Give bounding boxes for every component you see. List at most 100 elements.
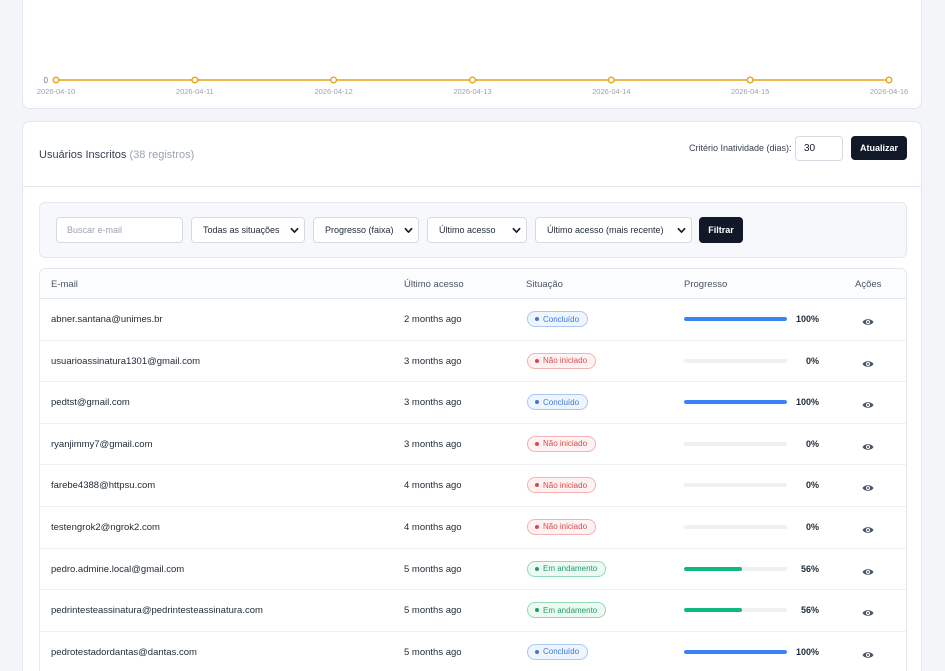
progress-percent: 0% [805, 355, 819, 366]
status-badge-label: Não iniciado [543, 522, 588, 532]
users-header: Usuários Inscritos (38 registros) Critér… [23, 122, 921, 187]
last-access-select-value: Último acesso [439, 225, 496, 235]
progress-percent: 100% [795, 397, 819, 408]
inactivity-criterion-input[interactable] [795, 136, 843, 161]
table-row: farebe4388@httpsu.com 4 months ago Não ini… [40, 465, 906, 507]
row-last-access: 5 months ago [404, 605, 462, 617]
x-tick-label: 2026-04-11 [176, 87, 214, 96]
progress-bar [684, 358, 787, 363]
row-email: pedrotestadordantas@dantas.com [51, 646, 197, 658]
data-point[interactable] [330, 76, 338, 84]
view-details-eye-icon[interactable] [862, 314, 874, 325]
row-last-access: 4 months ago [404, 521, 462, 533]
data-point[interactable] [469, 76, 477, 84]
status-badge: Não iniciado [527, 352, 597, 369]
row-email: pedro.admine.local@gmail.com [51, 563, 185, 575]
chevron-down-icon [404, 227, 413, 233]
data-point[interactable] [52, 76, 60, 84]
data-point[interactable] [746, 76, 754, 84]
progress-percent: 56% [800, 563, 819, 574]
row-last-access: 5 months ago [404, 563, 462, 575]
view-details-eye-icon[interactable] [862, 605, 874, 616]
status-badge-label: Em andamento [543, 605, 598, 615]
inactivity-criterion-label: Critério Inatividade (dias): [689, 143, 792, 153]
progress-bar [684, 400, 787, 405]
progress-percent: 0% [805, 480, 819, 491]
table-row: ryanjimmy7@gmail.com 3 months ago Não inic… [40, 424, 906, 466]
progress-percent: 56% [800, 605, 819, 616]
x-tick-label: 2026-04-10 [37, 87, 75, 96]
status-dot [535, 524, 539, 529]
status-badge: Não iniciado [527, 477, 597, 494]
users-card: Usuários Inscritos (38 registros) Critér… [22, 121, 922, 671]
header-status[interactable]: Situação [526, 279, 563, 290]
progress-bar-fill [684, 566, 742, 571]
y-tick-label: 0 [44, 76, 49, 85]
progress-percent: 100% [795, 646, 819, 657]
status-badge: Em andamento [527, 560, 607, 577]
view-details-eye-icon[interactable] [862, 356, 874, 367]
chevron-down-icon [290, 227, 299, 233]
row-last-access: 5 months ago [404, 646, 462, 658]
users-count: (38 registros) [129, 149, 195, 161]
status-select[interactable]: Todas as situações [191, 217, 305, 243]
status-dot [535, 649, 539, 654]
row-last-access: 4 months ago [404, 480, 462, 492]
view-details-eye-icon[interactable] [862, 522, 874, 533]
table-body: abner.santana@unimes.br 2 months ago Concl… [40, 299, 906, 671]
status-badge-label: Em andamento [543, 564, 598, 574]
row-last-access: 3 months ago [404, 438, 462, 450]
status-dot [535, 566, 539, 571]
progress-bar-fill [684, 317, 787, 321]
x-tick-label: 2026-04-15 [731, 87, 769, 96]
table-row: pedrintesteassinatura@pedrintesteassinat… [40, 590, 906, 632]
row-email: abner.santana@unimes.br [51, 314, 163, 325]
progress-percent: 0% [805, 521, 819, 532]
x-tick-label: 2026-04-12 [314, 87, 352, 96]
status-badge: Concluído [527, 394, 589, 411]
view-details-eye-icon[interactable] [862, 564, 874, 575]
table-row: pedtst@gmail.com 3 months ago Concluído 100… [40, 382, 906, 424]
status-badge: Concluído [527, 643, 589, 660]
status-dot [535, 317, 539, 321]
users-title-text: Usuários Inscritos [39, 149, 127, 161]
table-row: abner.santana@unimes.br 2 months ago Concl… [40, 299, 906, 341]
view-details-eye-icon[interactable] [862, 647, 874, 658]
header-actions: Ações [855, 279, 882, 290]
chevron-down-icon [512, 227, 521, 233]
progress-bar-fill [684, 608, 742, 613]
filter-button[interactable]: Filtrar [699, 217, 743, 243]
view-details-eye-icon[interactable] [862, 397, 874, 408]
header-last-access[interactable]: Último acesso [404, 279, 464, 290]
data-point[interactable] [885, 76, 893, 84]
filter-bar: Todas as situações Progresso (faixa) Últ… [39, 202, 907, 258]
header-email[interactable]: E-mail [51, 279, 78, 290]
update-button[interactable]: Atualizar [851, 136, 907, 160]
x-tick-label: 2026-04-16 [870, 87, 908, 96]
table-row: pedro.admine.local@gmail.com 5 months ago… [40, 549, 906, 591]
progress-bar [684, 524, 787, 529]
row-email: usuarioassinatura1301@gmail.com [51, 355, 201, 367]
progress-percent: 100% [795, 314, 819, 324]
row-last-access: 3 months ago [404, 355, 462, 367]
status-badge-label: Concluído [543, 647, 580, 657]
status-badge: Não iniciado [527, 518, 597, 535]
progress-range-select[interactable]: Progresso (faixa) [313, 217, 419, 243]
view-details-eye-icon[interactable] [862, 439, 874, 450]
table-row: pedrotestadordantas@dantas.com 5 months a… [40, 632, 906, 671]
status-dot [535, 608, 539, 613]
sort-select[interactable]: Último acesso (mais recente) [535, 217, 692, 243]
row-email: farebe4388@httpsu.com [51, 480, 156, 492]
status-badge-label: Concluído [543, 314, 580, 324]
row-last-access: 3 months ago [404, 397, 462, 409]
row-email: pedrintesteassinatura@pedrintesteassinat… [51, 605, 263, 617]
search-email-input[interactable] [56, 217, 183, 243]
last-access-select[interactable]: Último acesso [427, 217, 527, 243]
data-point[interactable] [191, 76, 199, 84]
header-progress[interactable]: Progresso [684, 279, 727, 290]
progress-bar-fill [684, 649, 787, 654]
status-badge: Em andamento [527, 602, 607, 619]
data-point[interactable] [607, 76, 615, 84]
status-badge-label: Não iniciado [543, 356, 588, 366]
view-details-eye-icon[interactable] [862, 480, 874, 492]
